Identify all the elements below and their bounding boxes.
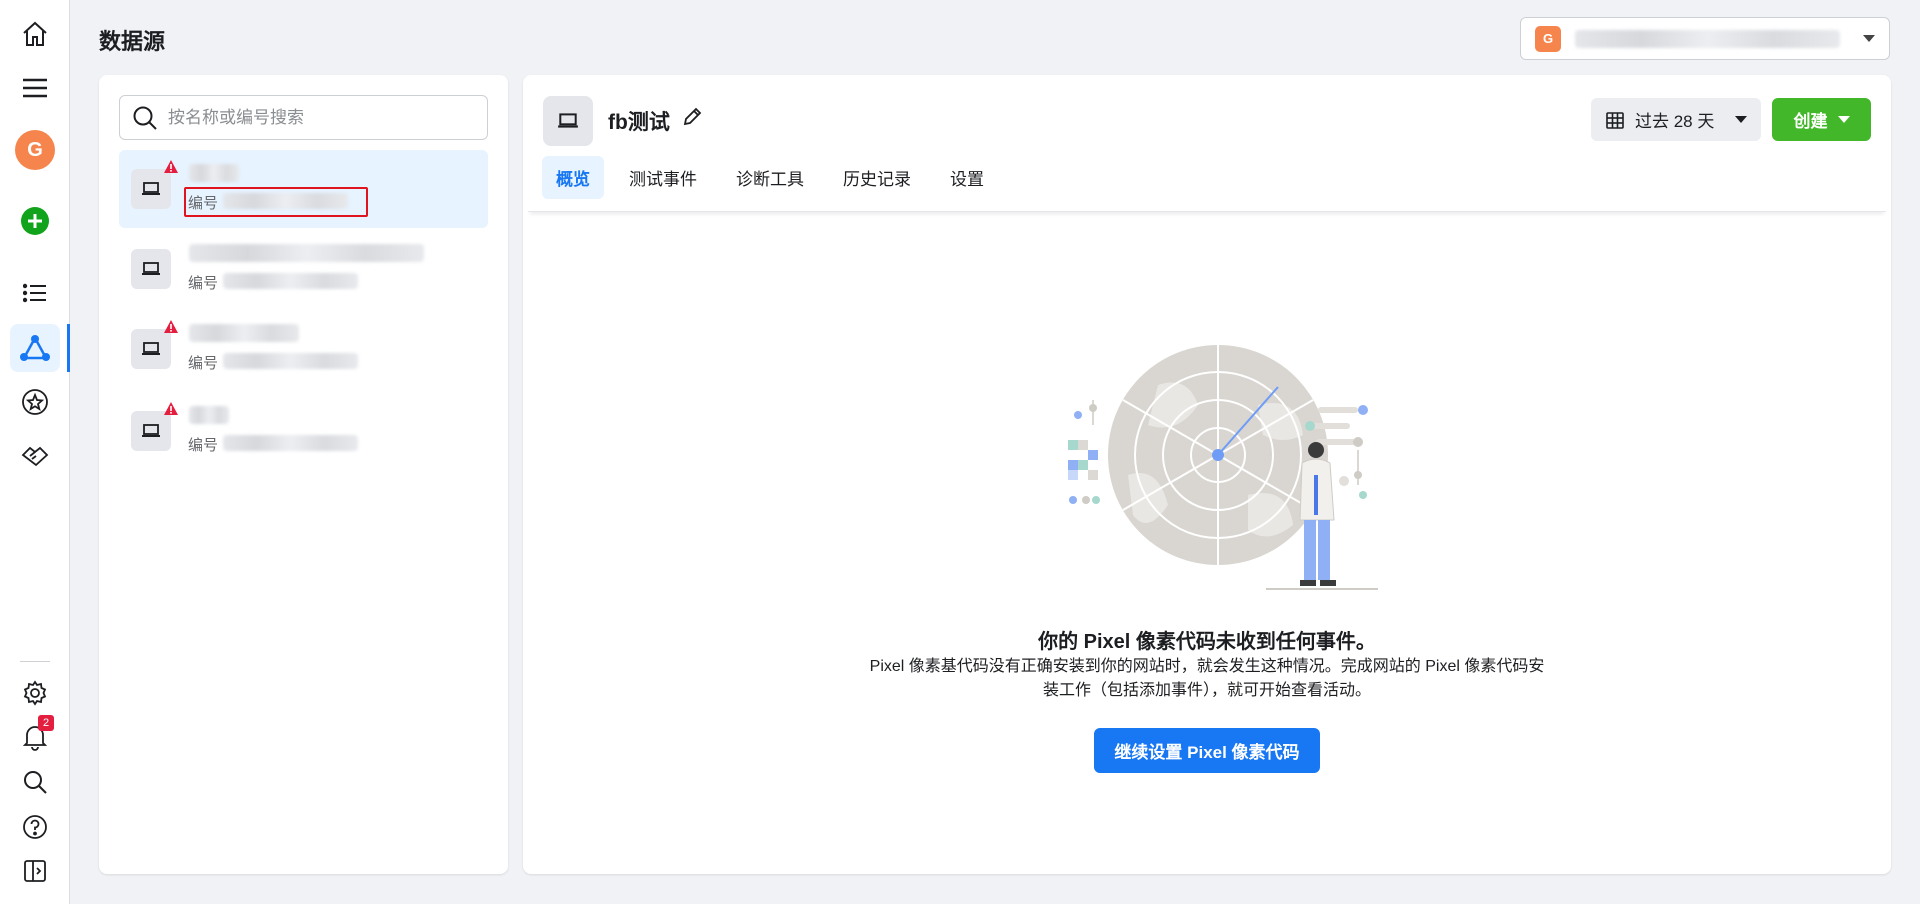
tab-divider [528,206,1886,212]
empty-state-title: 你的 Pixel 像素代码未收到任何事件。 [1038,631,1376,653]
create-label: 创建 [1793,112,1828,131]
tab-test-events[interactable]: 测试事件 [615,156,711,199]
home-icon[interactable] [0,8,70,60]
rail-divider [20,661,50,662]
tab-settings[interactable]: 设置 [936,156,998,199]
data-sources-icon[interactable] [0,322,70,374]
source-name-redacted [189,406,229,424]
warning-icon [164,402,178,415]
highlight-annotation [184,187,368,217]
warning-icon [164,160,178,173]
laptop-icon [131,411,171,451]
date-range-button[interactable]: 过去 28 天 [1591,98,1761,141]
laptop-icon [131,169,171,209]
source-id-label: 编号 [188,437,219,454]
menu-icon[interactable] [0,62,70,114]
search-box [119,95,488,140]
page-title: 数据源 [99,29,166,54]
left-rail: G 2 [0,0,70,904]
source-name-redacted [189,244,424,262]
chevron-down-icon [1837,116,1850,123]
empty-state-description: Pixel 像素基代码没有正确安装到你的网站时，就会发生这种情况。完成网站的 P… [869,658,1545,699]
source-id-redacted [223,435,358,451]
laptop-icon [131,329,171,369]
list-icon[interactable] [0,267,70,319]
tab-history[interactable]: 历史记录 [829,156,925,199]
detail-tabs: 概览 测试事件 诊断工具 历史记录 设置 [542,156,1009,199]
chevron-down-icon [1735,116,1747,123]
account-avatar[interactable]: G [0,124,70,176]
continue-pixel-setup-button[interactable]: 继续设置 Pixel 像素代码 [1094,728,1320,773]
star-icon[interactable] [0,376,70,428]
source-name-redacted [189,164,239,182]
create-button[interactable]: 创建 [1772,98,1871,141]
source-id-redacted [223,273,358,289]
data-source-item[interactable]: 编号 [119,392,488,470]
tab-overview[interactable]: 概览 [542,156,604,199]
data-source-item[interactable]: 编号 [119,150,488,228]
pixel-detail-panel: fb测试 过去 28 天 创建 概览 测试事件 诊断工具 历史记录 设置 你的 … [523,75,1891,874]
account-icon: G [1535,25,1561,52]
source-id-label: 编号 [188,355,219,372]
search-input[interactable] [168,107,468,128]
source-name-redacted [189,324,299,342]
account-name-redacted [1575,29,1840,48]
source-id-label: 编号 [188,275,219,292]
notification-badge: 2 [38,715,54,731]
laptop-icon [131,249,171,289]
tab-diagnostics[interactable]: 诊断工具 [722,156,818,199]
source-id-redacted [223,353,358,369]
pixel-name: fb测试 [608,111,670,134]
radar-illustration [1068,345,1378,590]
edit-pencil-icon[interactable] [681,106,703,128]
data-source-item[interactable]: 编号 [119,310,488,388]
add-icon[interactable] [0,195,70,247]
account-selector[interactable]: G [1520,17,1890,60]
panel-toggle-icon[interactable] [0,845,70,897]
search-icon [133,106,157,130]
laptop-icon [543,96,593,146]
handshake-icon[interactable] [0,430,70,482]
data-source-item[interactable]: 编号 [119,230,488,308]
warning-icon [164,320,178,333]
data-source-list-panel: 编号 编号 编号 编号 [99,75,508,874]
calendar-icon [1606,111,1624,129]
date-range-label: 过去 28 天 [1635,112,1715,131]
chevron-down-icon [1863,35,1875,42]
